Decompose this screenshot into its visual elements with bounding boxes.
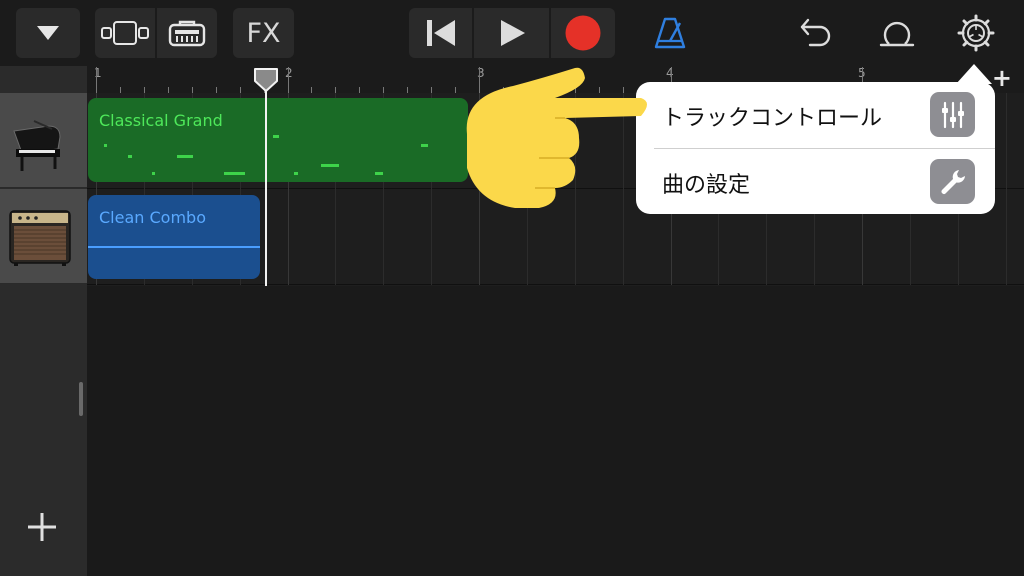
undo-button[interactable] <box>793 8 839 58</box>
tracks-dropdown-button[interactable] <box>16 8 80 58</box>
view-toggle-button[interactable] <box>95 8 154 58</box>
smart-controls-icon <box>168 20 206 47</box>
metronome-button[interactable] <box>645 8 695 58</box>
midi-note <box>321 164 339 167</box>
loop-icon <box>879 21 915 47</box>
view-buttons-group <box>95 8 217 58</box>
menu-item-label: 曲の設定 <box>662 173 751 198</box>
scroll-handle[interactable] <box>79 382 83 416</box>
plus-icon <box>28 513 56 541</box>
fx-button[interactable]: FX <box>233 8 294 58</box>
smart-controls-button[interactable] <box>157 8 217 58</box>
midi-note <box>273 135 279 138</box>
track-header-amp[interactable] <box>0 189 87 284</box>
ruler-bar-tick <box>287 67 289 93</box>
play-icon <box>500 20 525 46</box>
grid-line <box>431 189 433 285</box>
grid-line <box>383 189 385 285</box>
popover-arrow <box>956 64 992 84</box>
midi-note <box>104 144 107 147</box>
playhead-handle[interactable] <box>254 68 278 92</box>
record-button[interactable] <box>551 8 615 58</box>
grid-line <box>335 189 337 285</box>
midi-note <box>152 172 155 175</box>
track-header-piano[interactable] <box>0 93 87 188</box>
tracks-dropdown-icon <box>37 26 59 40</box>
playhead-line <box>265 82 267 286</box>
add-track-button[interactable] <box>20 505 64 549</box>
transport-group <box>409 8 615 58</box>
region-label: Classical Grand <box>99 111 223 130</box>
grand-piano-icon <box>13 120 61 171</box>
menu-item-track-controls[interactable]: トラックコントロール <box>636 82 995 148</box>
rewind-icon <box>426 20 455 46</box>
settings-button[interactable] <box>952 8 1000 58</box>
control-bar: FX <box>0 0 1024 66</box>
undo-icon <box>800 18 831 47</box>
menu-item-song-settings[interactable]: 曲の設定 <box>636 149 995 215</box>
loop-browser-button[interactable] <box>872 8 922 58</box>
sliders-icon <box>930 92 975 137</box>
midi-note <box>177 155 193 158</box>
play-button[interactable] <box>474 8 549 58</box>
view-toggle-icon <box>100 21 149 45</box>
region-clean-combo[interactable]: Clean Combo <box>88 195 260 279</box>
grid-line <box>1005 93 1007 189</box>
wrench-icon <box>930 159 975 204</box>
settings-icon <box>957 14 995 52</box>
rewind-button[interactable] <box>409 8 472 58</box>
midi-note <box>375 172 383 175</box>
menu-item-label: トラックコントロール <box>662 106 883 131</box>
fx-label: FX <box>246 17 281 49</box>
region-label: Clean Combo <box>99 208 206 227</box>
grid-line <box>1005 189 1007 285</box>
grid-line <box>287 189 289 285</box>
record-icon <box>565 15 601 51</box>
empty-track-area <box>87 286 1024 576</box>
midi-note <box>421 144 428 147</box>
pointing-hand-icon <box>466 67 647 208</box>
audio-waveform <box>88 246 260 248</box>
settings-popover: トラックコントロール 曲の設定 <box>636 82 995 214</box>
track-header-column <box>0 66 87 576</box>
metronome-icon <box>654 17 686 49</box>
ruler-bar-tick <box>96 67 97 93</box>
guitar-amp-icon <box>9 210 71 266</box>
midi-note <box>224 172 245 175</box>
bar-number-2: 2 <box>285 66 293 80</box>
midi-note <box>294 172 298 175</box>
midi-note <box>128 155 132 158</box>
region-classical-grand[interactable]: Classical Grand <box>88 98 468 182</box>
